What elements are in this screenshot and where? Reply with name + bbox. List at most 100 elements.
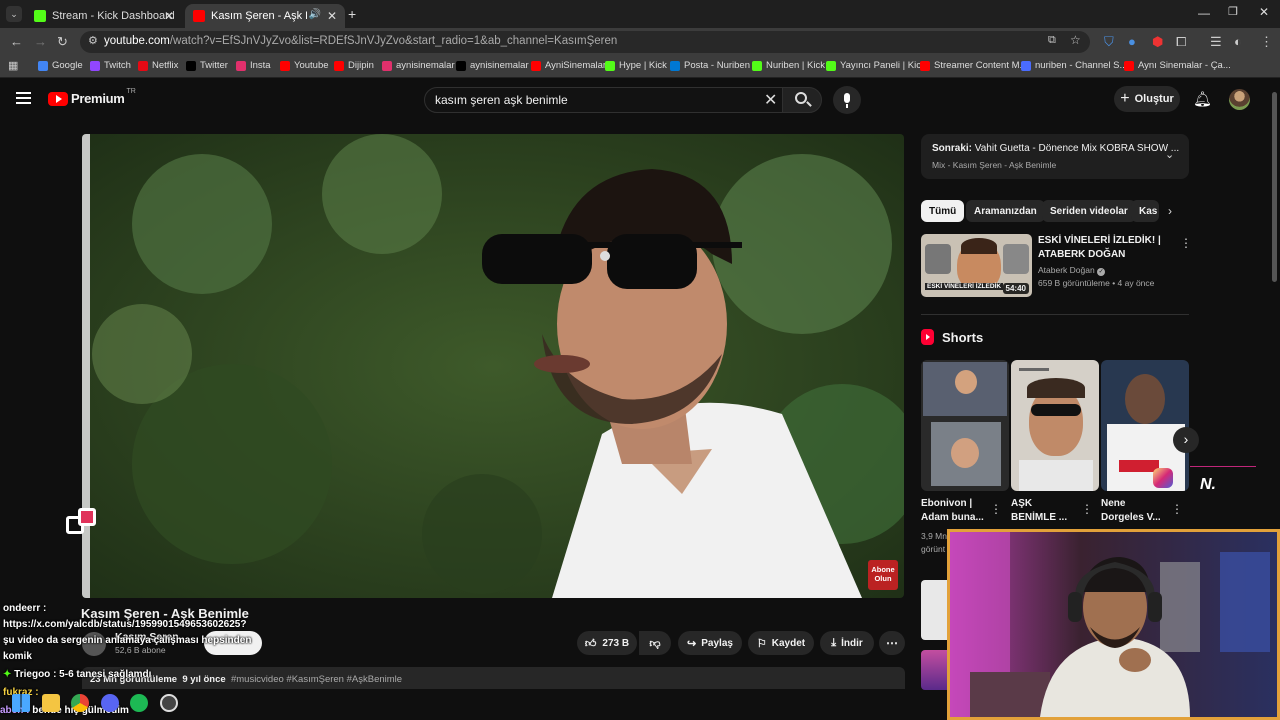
video-player[interactable]: Abone Olun <box>82 134 904 598</box>
bookmark-item[interactable]: Youtube <box>280 60 329 71</box>
reading-list-icon[interactable]: ☰ <box>1210 34 1222 50</box>
hashtags[interactable]: #musicvideo #KasımŞeren #AşkBenimle <box>231 674 402 685</box>
extension-globe-icon[interactable]: ● <box>1128 34 1136 50</box>
short-more-icon[interactable]: ⋮ <box>1081 502 1093 516</box>
bookmark-item[interactable]: Dijipin <box>334 60 374 71</box>
cast-icon[interactable]: ⧉ <box>1048 34 1056 47</box>
overlay-logo-text: N. <box>1200 476 1216 493</box>
bookmark-item[interactable]: Insta <box>236 60 271 71</box>
menu-kebab-icon[interactable]: ⋮ <box>1260 34 1273 50</box>
tab-kick-dashboard[interactable]: Stream - Kick Dashboard ✕ <box>26 4 182 28</box>
like-count: 273 B <box>602 637 630 649</box>
notifications-bell-icon[interactable]: 🔔︎ <box>1193 90 1212 108</box>
avatar[interactable] <box>1229 89 1250 110</box>
search-button[interactable] <box>782 87 822 113</box>
maximize-icon[interactable]: ❐ <box>1228 5 1238 18</box>
clear-search-icon[interactable]: ✕ <box>764 90 777 110</box>
extension-shield-icon[interactable]: ⛉ <box>1104 34 1114 50</box>
bookmark-item[interactable]: aynisinemalar <box>382 60 455 71</box>
chrome-icon[interactable] <box>71 694 89 712</box>
reload-icon[interactable]: ↻ <box>57 34 68 50</box>
bookmark-item[interactable]: Nuriben | Kick <box>752 60 825 71</box>
url-text: youtube.com/watch?v=EfSJnVJyZvo&list=RDE… <box>104 35 617 47</box>
back-icon[interactable]: ← <box>10 34 23 50</box>
short-title-3[interactable]: Nene Dorgeles V... <box>1101 497 1181 525</box>
shorts-next-button[interactable]: › <box>1173 427 1199 453</box>
short-card-1[interactable] <box>921 360 1009 491</box>
short-card-3[interactable] <box>1101 360 1189 491</box>
save-label: Kaydet <box>771 637 806 649</box>
bookmark-item[interactable]: Aynı Sinemalar - Ça... <box>1124 60 1231 71</box>
bookmark-label: aynisinemalar <box>470 60 529 71</box>
bookmark-item[interactable]: AyniSinemalar <box>531 60 606 71</box>
bookmark-label: Yayıncı Paneli | Kick <box>840 60 926 71</box>
bookmark-item[interactable]: Posta - Nuriben <box>670 60 750 71</box>
short-more-icon[interactable]: ⋮ <box>1171 502 1183 516</box>
tab-youtube-active[interactable]: Kasım Şeren - Aşk Benimle 🔊 ✕ <box>185 4 345 28</box>
bookmark-item[interactable]: Hype | Kick <box>605 60 667 71</box>
page-scrollbar[interactable] <box>1272 92 1277 282</box>
youtube-logo[interactable]: Premium TR <box>48 88 136 106</box>
up-next-panel[interactable]: Sonraki: Vahit Guetta - Dönence Mix KOBR… <box>921 134 1189 179</box>
search-input[interactable] <box>435 93 755 107</box>
minimize-icon[interactable]: — <box>1198 6 1210 20</box>
windows-start-icon[interactable] <box>12 694 30 712</box>
youtube-header: Premium TR ✕ + Oluştur 🔔︎ <box>0 80 1280 120</box>
apps-grid-icon[interactable]: ▦ <box>8 59 18 72</box>
recommended-video[interactable]: ESKİ VİNELERİ İZLEDİK 54:40 ESKİ VİNELER… <box>921 234 1192 300</box>
bookmark-favicon-icon <box>752 60 762 71</box>
bookmark-item[interactable]: Yayıncı Paneli | Kick <box>826 60 926 71</box>
more-actions-button[interactable]: ⋯ <box>879 631 905 655</box>
more-options-icon[interactable]: ⋮ <box>1180 236 1192 250</box>
short-title-2[interactable]: AŞK BENİMLE ... <box>1011 497 1091 525</box>
short-more-icon[interactable]: ⋮ <box>990 502 1002 516</box>
bookmark-item[interactable]: Streamer Content M... <box>920 60 1027 71</box>
browser-toolbar: ← → ↻ ⚙ youtube.com/watch?v=EfSJnVJyZvo&… <box>0 28 1280 56</box>
save-button[interactable]: ⚐ Kaydet <box>748 631 814 655</box>
bookmark-favicon-icon <box>382 60 392 71</box>
thumbs-down-icon: 👎︎ <box>649 637 661 650</box>
new-tab-button[interactable]: + <box>348 6 356 22</box>
address-bar[interactable]: ⚙ youtube.com/watch?v=EfSJnVJyZvo&list=R… <box>80 31 1090 53</box>
forward-icon[interactable]: → <box>34 34 47 50</box>
chip-series-videos[interactable]: Seriden videolar <box>1042 200 1136 222</box>
hamburger-menu-icon[interactable] <box>16 92 31 104</box>
download-button[interactable]: ⤓ İndir <box>820 631 874 655</box>
chevron-right-icon[interactable]: › <box>1168 204 1172 218</box>
site-info-icon[interactable]: ⚙ <box>88 34 98 47</box>
dislike-button[interactable]: 👎︎ <box>639 631 671 655</box>
voice-search-button[interactable] <box>833 86 861 114</box>
spotify-icon[interactable] <box>130 694 148 712</box>
chip-kasim[interactable]: Kas <box>1131 200 1159 222</box>
extensions-puzzle-icon[interactable]: ⧠ <box>1176 34 1186 50</box>
close-tab-icon[interactable]: ✕ <box>164 9 174 23</box>
tab-search-button[interactable]: ⌄ <box>6 6 22 22</box>
app-icon[interactable] <box>160 694 178 712</box>
speaker-icon[interactable]: 🔊 <box>309 9 321 20</box>
recommended-thumbnail[interactable]: ESKİ VİNELERİ İZLEDİK 54:40 <box>921 234 1032 297</box>
profile-icon[interactable]: ◐ <box>1234 34 1242 50</box>
close-window-icon[interactable]: ✕ <box>1259 5 1269 19</box>
subscribe-watermark[interactable]: Abone Olun <box>868 560 898 590</box>
chip-all[interactable]: Tümü <box>921 200 965 222</box>
short-card-2[interactable] <box>1011 360 1099 491</box>
share-button[interactable]: ↪ Paylaş <box>678 631 742 655</box>
short-title-1[interactable]: Ebonivon | Adam buna... <box>921 497 1001 525</box>
bookmark-item[interactable]: Twitter <box>186 60 228 71</box>
chip-from-search[interactable]: Aramanızdan <box>966 200 1045 222</box>
close-tab-icon[interactable]: ✕ <box>327 9 337 23</box>
bookmark-item[interactable]: Twitch <box>90 60 131 71</box>
create-button[interactable]: + Oluştur <box>1114 86 1180 112</box>
bookmark-label: Nuriben | Kick <box>766 60 825 71</box>
extension-red-icon[interactable]: ⬢ <box>1152 34 1163 50</box>
bookmark-item[interactable]: Netflix <box>138 60 178 71</box>
bookmark-star-icon[interactable]: ☆ <box>1070 33 1081 47</box>
file-explorer-icon[interactable] <box>42 694 60 712</box>
bookmark-item[interactable]: aynisinemalar <box>456 60 529 71</box>
discord-icon[interactable] <box>101 694 119 712</box>
bookmark-item[interactable]: nuriben - Channel S... <box>1021 60 1127 71</box>
bookmark-item[interactable]: Google <box>38 60 83 71</box>
like-button[interactable]: 👍︎ 273 B <box>577 631 637 655</box>
chevron-down-icon[interactable]: ⌄ <box>1165 148 1174 161</box>
description-box[interactable]: 23 Mn görüntüleme 9 yıl önce #musicvideo… <box>82 667 905 689</box>
